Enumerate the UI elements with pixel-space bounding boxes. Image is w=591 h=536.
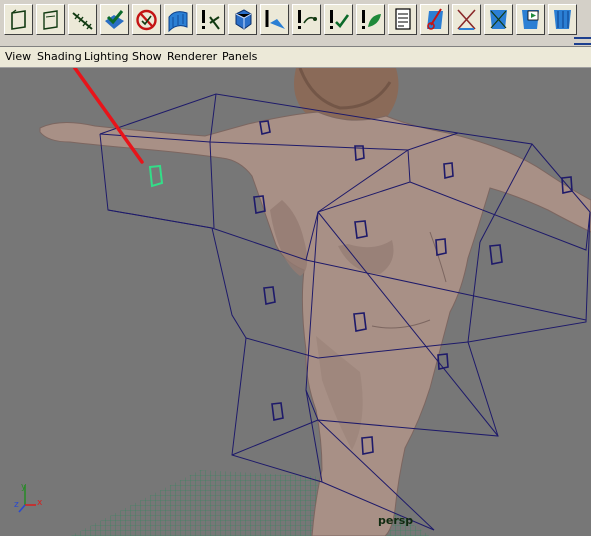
exclamation-tool-icon[interactable]	[196, 4, 225, 35]
menu-lighting[interactable]: Lighting	[84, 50, 128, 63]
lattice-handle	[271, 402, 284, 421]
tool-shelf	[0, 0, 591, 47]
cross-icon[interactable]	[452, 4, 481, 35]
axis-label-x: x	[37, 498, 43, 508]
frame-outline-icon[interactable]	[36, 4, 65, 35]
curtain-icon[interactable]	[484, 4, 513, 35]
exclamation-leaf-icon[interactable]	[356, 4, 385, 35]
perspective-viewport[interactable]: y z x persp	[0, 68, 591, 536]
cloth-sheet-icon[interactable]	[164, 4, 193, 35]
frame-icon[interactable]	[4, 4, 33, 35]
stitch-icon[interactable]	[68, 4, 97, 35]
menu-view[interactable]: View	[5, 50, 31, 63]
character-body	[39, 111, 591, 536]
shelf-divider	[574, 37, 591, 45]
axis-label-z: z	[14, 500, 19, 510]
selected-lattice-handle[interactable]	[148, 164, 164, 188]
constraint-box-icon[interactable]	[228, 4, 257, 35]
checkmark-shield-icon[interactable]	[100, 4, 129, 35]
lattice-handle	[437, 353, 449, 370]
menu-renderer[interactable]: Renderer	[167, 50, 217, 63]
lattice-handle	[263, 286, 276, 305]
menu-panels[interactable]: Panels	[222, 50, 257, 63]
camera-label: persp	[378, 514, 414, 527]
field-icon[interactable]	[260, 4, 289, 35]
exclamation-arrow-icon[interactable]	[292, 4, 321, 35]
axis-label-y: y	[21, 482, 27, 492]
lattice-handle	[489, 244, 503, 265]
document-list-icon[interactable]	[388, 4, 417, 35]
play-curtain-icon[interactable]	[516, 4, 545, 35]
scene-canvas	[18, 68, 591, 536]
menu-shading[interactable]: Shading	[37, 50, 82, 63]
paint-brush-icon[interactable]	[420, 4, 449, 35]
curtain-icon[interactable]	[548, 4, 577, 35]
panel-menubar: View Shading Lighting Show Renderer Pane…	[0, 47, 591, 68]
exclamation-check-icon[interactable]	[324, 4, 353, 35]
no-entry-icon[interactable]	[132, 4, 161, 35]
menu-show[interactable]: Show	[132, 50, 162, 63]
